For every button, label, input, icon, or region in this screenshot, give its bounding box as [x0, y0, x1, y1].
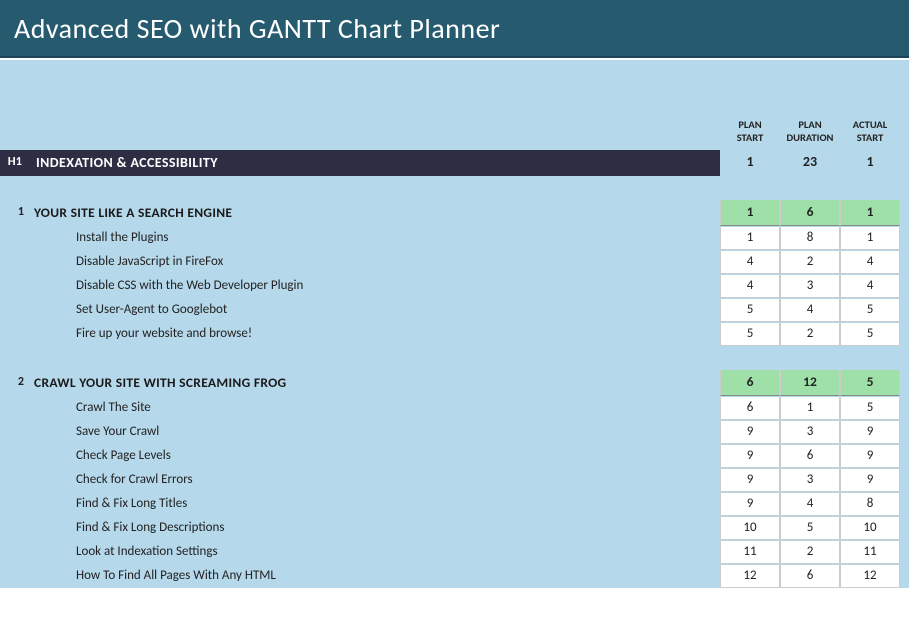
page-title: Advanced SEO with GANTT Chart Planner — [14, 11, 500, 46]
task-name[interactable]: Check Page Levels — [28, 445, 720, 468]
cell-plan-duration[interactable]: 4 — [780, 493, 840, 516]
group-plan-duration[interactable]: 6 — [780, 200, 840, 226]
cell-plan-start[interactable]: 9 — [720, 421, 780, 444]
cell-plan-start[interactable]: 6 — [720, 397, 780, 420]
cell-plan-duration[interactable]: 2 — [780, 323, 840, 346]
cell-plan-duration[interactable]: 6 — [780, 565, 840, 588]
cell-plan-duration[interactable]: 2 — [780, 541, 840, 564]
cell-plan-start[interactable]: 12 — [720, 565, 780, 588]
task-row: Find & Fix Long Descriptions 10 5 10 — [0, 516, 909, 540]
task-row: Find & Fix Long Titles 9 4 8 — [0, 492, 909, 516]
cell-actual-start[interactable]: 8 — [840, 493, 900, 516]
cell-plan-start[interactable]: 4 — [720, 275, 780, 298]
cell-plan-start[interactable]: 9 — [720, 493, 780, 516]
task-name[interactable]: Find & Fix Long Titles — [28, 493, 720, 516]
group-row: 1 YOUR SITE LIKE A SEARCH ENGINE 1 6 1 — [0, 200, 909, 226]
cell-plan-start[interactable]: 11 — [720, 541, 780, 564]
task-row: Disable CSS with the Web Developer Plugi… — [0, 274, 909, 298]
cell-actual-start[interactable]: 1 — [840, 227, 900, 250]
group-plan-start[interactable]: 1 — [720, 200, 780, 226]
task-name[interactable]: Disable CSS with the Web Developer Plugi… — [28, 275, 720, 298]
task-name[interactable]: How To Find All Pages With Any HTML — [28, 565, 720, 588]
column-header-row: PLAN START PLAN DURATION ACTUAL START — [0, 60, 909, 150]
cell-actual-start[interactable]: 5 — [840, 397, 900, 420]
task-row: How To Find All Pages With Any HTML 12 6… — [0, 564, 909, 588]
task-row: Check Page Levels 9 6 9 — [0, 444, 909, 468]
cell-plan-start[interactable]: 5 — [720, 299, 780, 322]
cell-actual-start[interactable]: 9 — [840, 445, 900, 468]
col-label: START — [737, 131, 764, 144]
task-row: Crawl The Site 6 1 5 — [0, 396, 909, 420]
section-title: INDEXATION & ACCESSIBILITY — [28, 150, 720, 176]
title-banner: Advanced SEO with GANTT Chart Planner — [0, 0, 909, 58]
task-row: Install the Plugins 1 8 1 — [0, 226, 909, 250]
cell-plan-start[interactable]: 1 — [720, 227, 780, 250]
section-actual-start[interactable]: 1 — [840, 150, 900, 176]
task-name[interactable]: Disable JavaScript in FireFox — [28, 251, 720, 274]
col-label: START — [857, 131, 884, 144]
col-plan-start: PLAN START — [720, 118, 780, 150]
section-row: H1 INDEXATION & ACCESSIBILITY 1 23 1 — [0, 150, 909, 176]
cell-plan-start[interactable]: 10 — [720, 517, 780, 540]
task-name[interactable]: Fire up your website and browse! — [28, 323, 720, 346]
cell-actual-start[interactable]: 4 — [840, 251, 900, 274]
cell-actual-start[interactable]: 11 — [840, 541, 900, 564]
cell-plan-start[interactable]: 9 — [720, 469, 780, 492]
task-name[interactable]: Look at Indexation Settings — [28, 541, 720, 564]
col-label: PLAN — [738, 118, 761, 131]
cell-actual-start[interactable]: 5 — [840, 299, 900, 322]
cell-plan-duration[interactable]: 3 — [780, 421, 840, 444]
cell-actual-start[interactable]: 10 — [840, 517, 900, 540]
task-name[interactable]: Check for Crawl Errors — [28, 469, 720, 492]
cell-plan-duration[interactable]: 4 — [780, 299, 840, 322]
cell-plan-start[interactable]: 9 — [720, 445, 780, 468]
cell-plan-duration[interactable]: 3 — [780, 275, 840, 298]
col-label: PLAN — [798, 118, 821, 131]
task-name[interactable]: Find & Fix Long Descriptions — [28, 517, 720, 540]
task-row: Disable JavaScript in FireFox 4 2 4 — [0, 250, 909, 274]
task-name[interactable]: Install the Plugins — [28, 227, 720, 250]
cell-actual-start[interactable]: 5 — [840, 323, 900, 346]
cell-plan-duration[interactable]: 8 — [780, 227, 840, 250]
col-label: DURATION — [787, 131, 834, 144]
group-row: 2 CRAWL YOUR SITE WITH SCREAMING FROG 6 … — [0, 370, 909, 396]
group-number: 1 — [0, 200, 28, 226]
task-row: Look at Indexation Settings 11 2 11 — [0, 540, 909, 564]
cell-plan-duration[interactable]: 5 — [780, 517, 840, 540]
task-name[interactable]: Set User-Agent to Googlebot — [28, 299, 720, 322]
task-name[interactable]: Crawl The Site — [28, 397, 720, 420]
task-name[interactable]: Save Your Crawl — [28, 421, 720, 444]
cell-actual-start[interactable]: 12 — [840, 565, 900, 588]
group-plan-start[interactable]: 6 — [720, 370, 780, 396]
section-plan-duration[interactable]: 23 — [780, 150, 840, 176]
cell-actual-start[interactable]: 9 — [840, 469, 900, 492]
section-chip: H1 — [0, 150, 28, 176]
cell-plan-duration[interactable]: 6 — [780, 445, 840, 468]
group-title: YOUR SITE LIKE A SEARCH ENGINE — [28, 200, 720, 226]
task-row: Check for Crawl Errors 9 3 9 — [0, 468, 909, 492]
col-label: ACTUAL — [853, 118, 887, 131]
cell-actual-start[interactable]: 9 — [840, 421, 900, 444]
cell-plan-duration[interactable]: 2 — [780, 251, 840, 274]
cell-plan-start[interactable]: 5 — [720, 323, 780, 346]
cell-actual-start[interactable]: 4 — [840, 275, 900, 298]
group-plan-duration[interactable]: 12 — [780, 370, 840, 396]
task-row: Save Your Crawl 9 3 9 — [0, 420, 909, 444]
group-title: CRAWL YOUR SITE WITH SCREAMING FROG — [28, 370, 720, 396]
cell-plan-start[interactable]: 4 — [720, 251, 780, 274]
task-row: Fire up your website and browse! 5 2 5 — [0, 322, 909, 346]
worksheet: PLAN START PLAN DURATION ACTUAL START H1… — [0, 60, 909, 588]
group-actual-start[interactable]: 5 — [840, 370, 900, 396]
col-plan-duration: PLAN DURATION — [780, 118, 840, 150]
group-number: 2 — [0, 370, 28, 396]
section-plan-start[interactable]: 1 — [720, 150, 780, 176]
cell-plan-duration[interactable]: 3 — [780, 469, 840, 492]
cell-plan-duration[interactable]: 1 — [780, 397, 840, 420]
task-row: Set User-Agent to Googlebot 5 4 5 — [0, 298, 909, 322]
col-actual-start: ACTUAL START — [840, 118, 900, 150]
group-actual-start[interactable]: 1 — [840, 200, 900, 226]
